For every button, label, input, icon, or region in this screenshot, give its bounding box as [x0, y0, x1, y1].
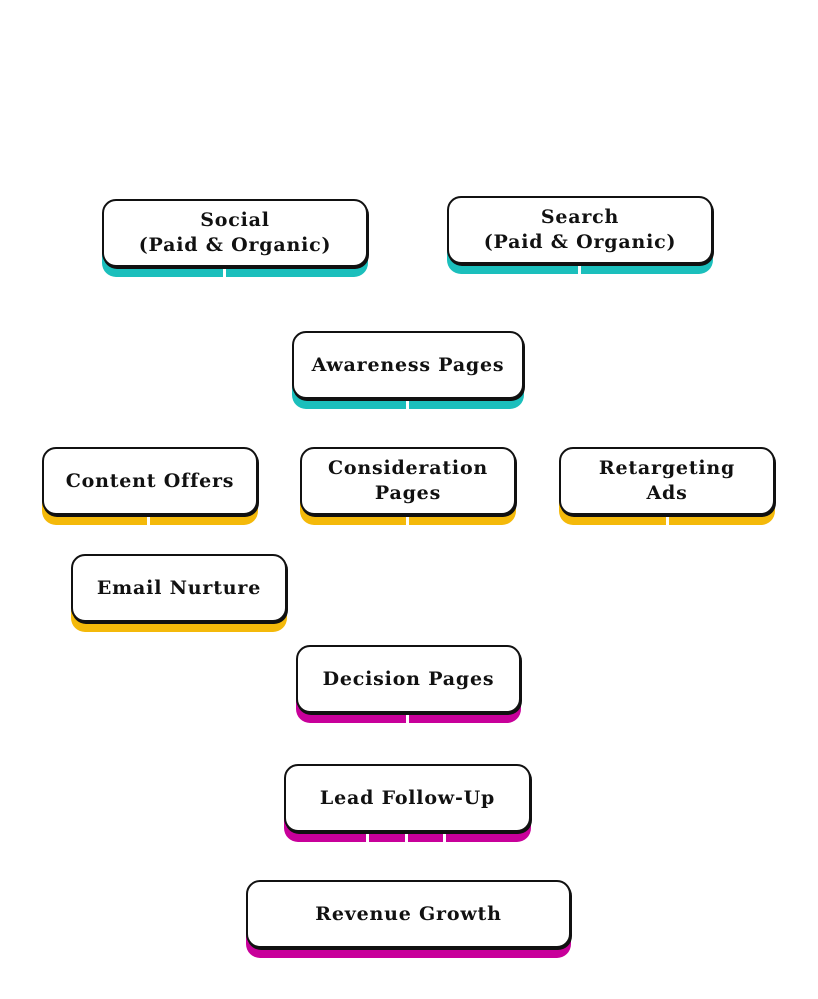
node-consideration-pages: Consideration Pages — [300, 447, 516, 525]
connector-divider — [406, 514, 409, 525]
connector-divider — [406, 712, 409, 723]
node-retargeting-ads: Retargeting Ads — [559, 447, 775, 525]
node-awareness-pages: Awareness Pages — [292, 331, 524, 409]
node-decision-pages: Decision Pages — [296, 645, 521, 723]
connector-divider — [443, 831, 446, 842]
node-label: Decision Pages — [322, 667, 495, 690]
connector-divider — [406, 398, 409, 409]
node-label: Consideration Pages — [327, 457, 489, 504]
node-content-offers: Content Offers — [42, 447, 258, 525]
connector-divider — [366, 831, 369, 842]
node-label: Lead Follow-Up — [319, 786, 496, 809]
node-search: Search (Paid & Organic) — [447, 196, 713, 274]
connector-divider — [578, 263, 581, 274]
node-label: Awareness Pages — [311, 353, 505, 376]
node-revenue-growth: Revenue Growth — [246, 880, 571, 958]
node-label: Email Nurture — [96, 576, 262, 599]
node-label: Retargeting Ads — [598, 457, 736, 504]
node-label: Revenue Growth — [315, 902, 502, 925]
node-label: Content Offers — [65, 469, 235, 492]
node-label: Search (Paid & Organic) — [483, 206, 677, 253]
node-email-nurture: Email Nurture — [71, 554, 287, 632]
connector-divider — [405, 831, 408, 842]
node-social: Social (Paid & Organic) — [102, 199, 368, 277]
connector-divider — [147, 514, 150, 525]
node-lead-follow-up: Lead Follow-Up — [284, 764, 531, 842]
connector-divider — [223, 266, 226, 277]
connector-divider — [666, 514, 669, 525]
node-label: Social (Paid & Organic) — [138, 209, 332, 256]
